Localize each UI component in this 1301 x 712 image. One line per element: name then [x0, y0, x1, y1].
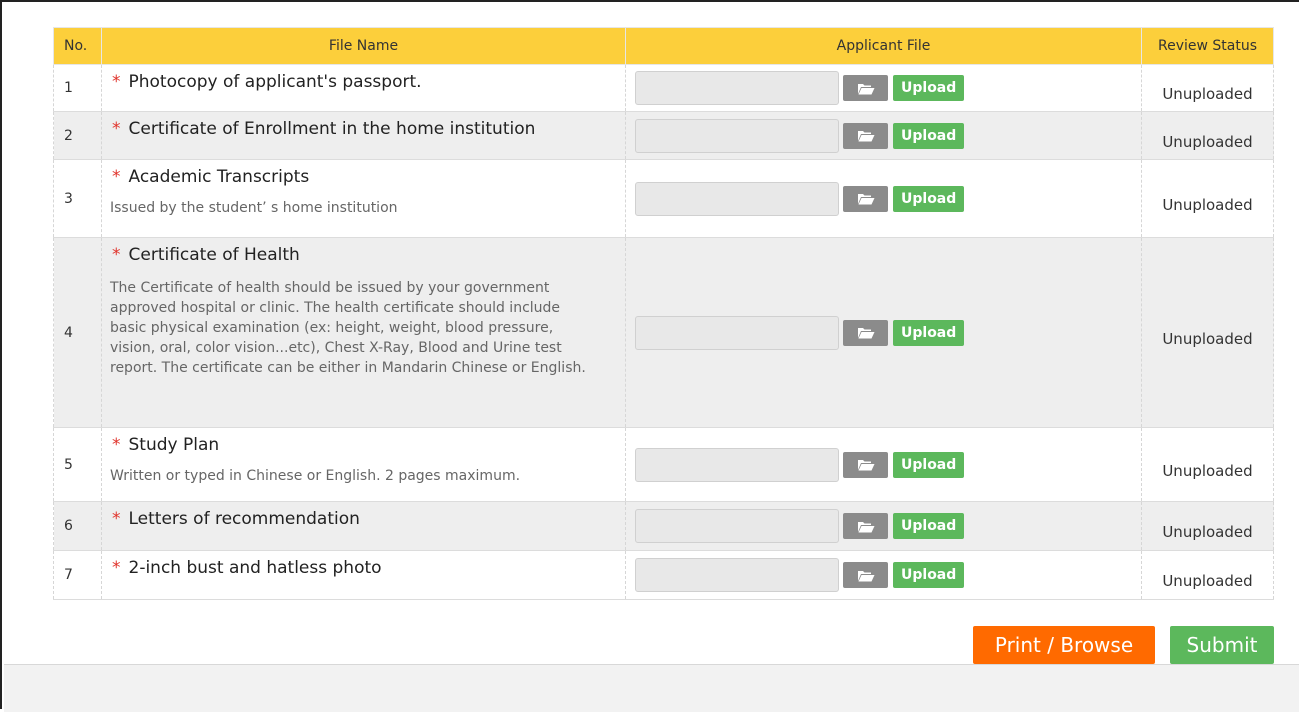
- required-marker: *: [112, 558, 121, 578]
- table-row: 2 * Certificate of Enrollment in the home…: [53, 111, 1274, 160]
- file-name: 2-inch bust and hatless photo: [128, 558, 382, 578]
- browse-button[interactable]: [843, 319, 888, 346]
- file-name-cell: * Academic Transcripts Issued by the stud…: [101, 159, 626, 238]
- upload-button[interactable]: Upload: [893, 319, 965, 346]
- folder-open-icon: [857, 570, 874, 581]
- file-path-field[interactable]: [635, 71, 839, 105]
- file-name: Certificate of Enrollment in the home in…: [128, 119, 536, 139]
- upload-button[interactable]: Upload: [893, 513, 965, 539]
- table-row: 5 * Study Plan Written or typed in Chines…: [53, 427, 1274, 502]
- submit-button[interactable]: Submit: [1170, 626, 1274, 664]
- file-name: Academic Transcripts: [128, 167, 310, 187]
- review-status: Unuploaded: [1141, 159, 1274, 238]
- file-description: Written or typed in Chinese or English. …: [110, 468, 521, 484]
- file-description: Issued by the student’ s home institutio…: [110, 200, 398, 216]
- document-upload-table: No. File Name Applicant File Review Stat…: [53, 27, 1274, 600]
- required-marker: *: [112, 167, 121, 187]
- browse-button[interactable]: [843, 451, 888, 478]
- print-browse-button[interactable]: Print / Browse: [973, 626, 1155, 664]
- review-status: Unuploaded: [1141, 237, 1274, 428]
- folder-open-icon: [857, 328, 874, 339]
- upload-button[interactable]: Upload: [893, 562, 965, 588]
- row-number: 1: [53, 64, 102, 112]
- required-marker: *: [112, 509, 121, 529]
- header-no: No.: [53, 27, 102, 65]
- header-review-status: Review Status: [1141, 27, 1274, 65]
- review-status: Unuploaded: [1141, 427, 1274, 502]
- applicant-file-cell: Upload: [625, 427, 1142, 502]
- file-path-field[interactable]: [635, 509, 839, 543]
- file-path-field[interactable]: [635, 118, 839, 153]
- header-file-name: File Name: [101, 27, 626, 65]
- file-path-field[interactable]: [635, 315, 839, 350]
- applicant-file-cell: Upload: [625, 237, 1142, 428]
- file-name: Letters of recommendation: [128, 509, 360, 529]
- applicant-file-cell: Upload: [625, 111, 1142, 160]
- file-path-field[interactable]: [635, 447, 839, 482]
- file-description: The Certificate of health should be issu…: [110, 280, 586, 376]
- folder-open-icon: [857, 83, 874, 94]
- browse-button[interactable]: [843, 185, 888, 212]
- row-number: 2: [53, 111, 102, 160]
- folder-open-icon: [857, 131, 874, 142]
- table-row: 4 * Certificate of Health The Certificate…: [53, 237, 1274, 428]
- upload-button[interactable]: Upload: [893, 185, 965, 212]
- required-marker: *: [112, 72, 121, 92]
- file-name-cell: * Letters of recommendation: [101, 501, 626, 551]
- row-number: 3: [53, 159, 102, 238]
- upload-button[interactable]: Upload: [893, 122, 965, 149]
- applicant-file-cell: Upload: [625, 64, 1142, 112]
- browse-button[interactable]: [843, 513, 888, 539]
- page-frame: No. File Name Applicant File Review Stat…: [0, 0, 1299, 712]
- file-name-cell: * Certificate of Health The Certificate o…: [101, 237, 626, 428]
- applicant-file-cell: Upload: [625, 159, 1142, 238]
- review-status: Unuploaded: [1141, 501, 1274, 551]
- folder-open-icon: [857, 460, 874, 471]
- table-row: 7 * 2-inch bust and hatless photo Upload …: [53, 550, 1274, 600]
- row-number: 4: [53, 237, 102, 428]
- upload-button[interactable]: Upload: [893, 451, 965, 478]
- required-marker: *: [112, 435, 121, 455]
- file-name: Photocopy of applicant's passport.: [128, 72, 422, 92]
- row-number: 7: [53, 550, 102, 600]
- file-name: Study Plan: [128, 435, 220, 455]
- browse-button[interactable]: [843, 75, 888, 101]
- review-status: Unuploaded: [1141, 64, 1274, 112]
- upload-button[interactable]: Upload: [893, 75, 965, 101]
- table-row: 6 * Letters of recommendation Upload Unup…: [53, 501, 1274, 551]
- table-row: 1 * Photocopy of applicant's passport. Up…: [53, 64, 1274, 112]
- folder-open-icon: [857, 194, 874, 205]
- file-name-cell: * Study Plan Written or typed in Chinese …: [101, 427, 626, 502]
- file-name-cell: * Certificate of Enrollment in the home i…: [101, 111, 626, 160]
- table-row: 3 * Academic Transcripts Issued by the st…: [53, 159, 1274, 238]
- row-number: 5: [53, 427, 102, 502]
- table-header-row: No. File Name Applicant File Review Stat…: [53, 27, 1274, 65]
- file-name-cell: * 2-inch bust and hatless photo: [101, 550, 626, 600]
- review-status: Unuploaded: [1141, 550, 1274, 600]
- applicant-file-cell: Upload: [625, 501, 1142, 551]
- file-path-field[interactable]: [635, 181, 839, 216]
- header-applicant-file: Applicant File: [625, 27, 1142, 65]
- review-status: Unuploaded: [1141, 111, 1274, 160]
- file-name-cell: * Photocopy of applicant's passport.: [101, 64, 626, 112]
- file-path-field[interactable]: [635, 558, 839, 592]
- browse-button[interactable]: [843, 122, 888, 149]
- row-number: 6: [53, 501, 102, 551]
- file-name: Certificate of Health: [128, 245, 300, 265]
- required-marker: *: [112, 245, 121, 265]
- browse-button[interactable]: [843, 562, 888, 588]
- footer-bar: [4, 664, 1299, 712]
- folder-open-icon: [857, 521, 874, 532]
- applicant-file-cell: Upload: [625, 550, 1142, 600]
- required-marker: *: [112, 119, 121, 139]
